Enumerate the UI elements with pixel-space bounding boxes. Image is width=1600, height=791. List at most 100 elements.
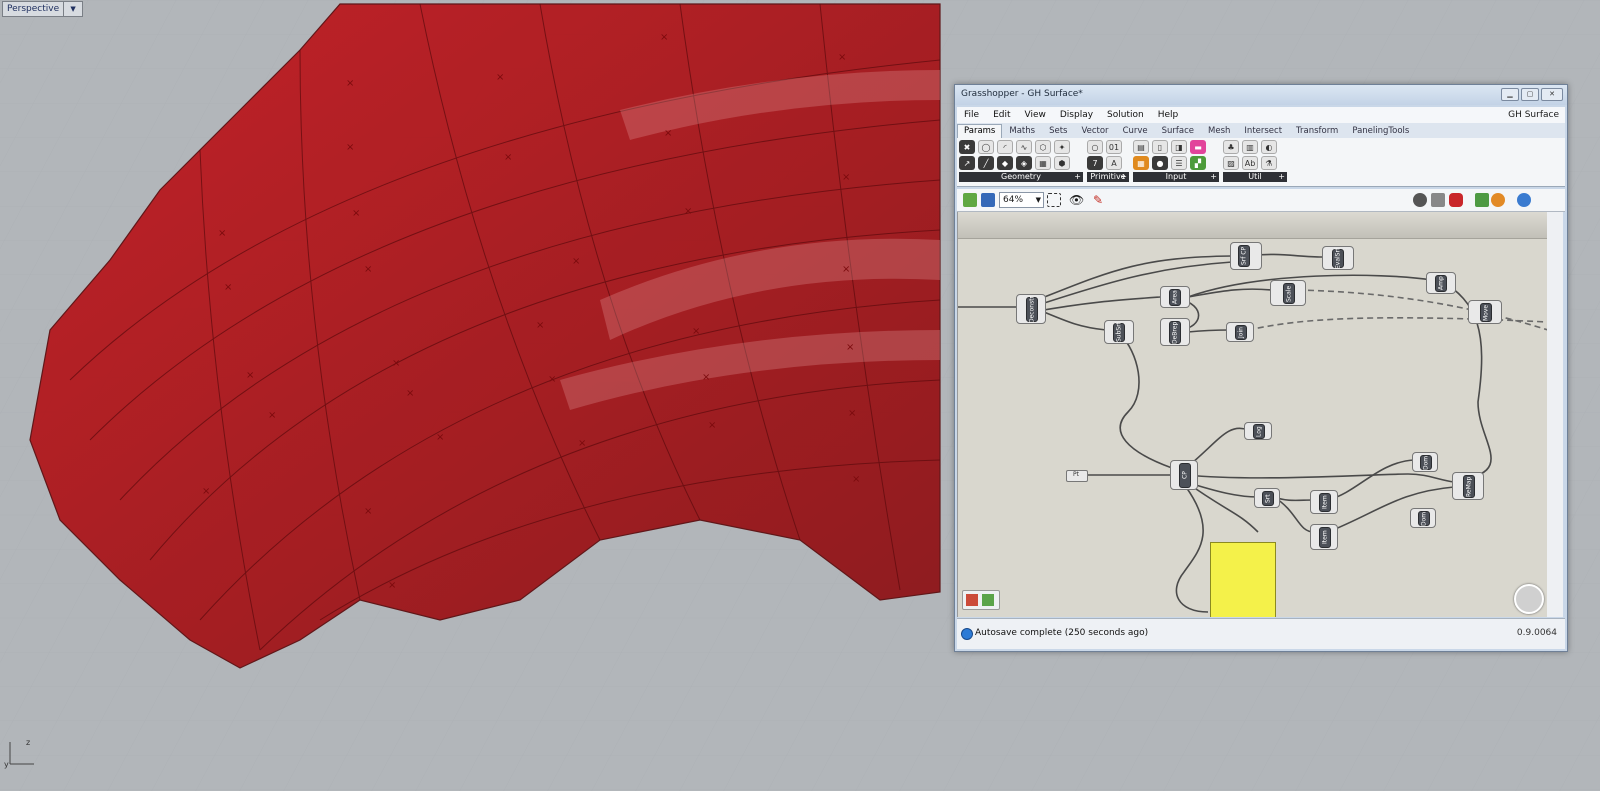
- viewport-label[interactable]: Perspective ▼: [2, 1, 84, 17]
- menu-view[interactable]: View: [1018, 110, 1053, 120]
- menu-edit[interactable]: Edit: [986, 110, 1017, 120]
- item-component-1[interactable]: Item: [1310, 490, 1338, 514]
- tab-panelingtools[interactable]: PanelingTools: [1345, 126, 1416, 138]
- palette-icon[interactable]: ◐: [1261, 140, 1277, 154]
- chevron-down-icon[interactable]: ▼: [1036, 193, 1041, 207]
- tab-maths[interactable]: Maths: [1002, 126, 1042, 138]
- tab-params[interactable]: Params: [957, 124, 1003, 138]
- deconstruct-component[interactable]: Deconstr: [1016, 294, 1046, 324]
- image-icon[interactable]: ▨: [1223, 156, 1239, 170]
- menu-help[interactable]: Help: [1151, 110, 1186, 120]
- ribbon-group-label[interactable]: Util +: [1223, 172, 1287, 182]
- srf-cp-component[interactable]: Srf CP: [1230, 242, 1262, 270]
- domain-component-1[interactable]: Dom: [1412, 452, 1438, 472]
- point-param-icon[interactable]: ✖: [959, 140, 975, 154]
- display-mode-icon[interactable]: [1517, 193, 1531, 207]
- number-param-icon[interactable]: 7: [1087, 156, 1103, 170]
- panel-param-icon[interactable]: ▤: [1133, 140, 1149, 154]
- ribbon-group-label[interactable]: Input +: [1133, 172, 1219, 182]
- eye-icon[interactable]: 👁: [1069, 193, 1084, 207]
- box-param-icon[interactable]: ◈: [1016, 156, 1032, 170]
- join-component[interactable]: Join: [1226, 322, 1254, 342]
- button-param-icon[interactable]: ●: [1152, 156, 1168, 170]
- expand-icon[interactable]: +: [1210, 172, 1217, 182]
- canvas-widget[interactable]: [962, 590, 1000, 610]
- string-param-icon[interactable]: A: [1106, 156, 1122, 170]
- legend-icon[interactable]: ▥: [1242, 140, 1258, 154]
- grasshopper-window[interactable]: Grasshopper - GH Surface* ▁ ▢ ✕ File Edi…: [954, 84, 1568, 652]
- brep-param-icon[interactable]: ⬡: [1035, 140, 1051, 154]
- group-icon[interactable]: [966, 594, 978, 606]
- navigation-compass[interactable]: [1514, 584, 1544, 614]
- preview-selected-icon[interactable]: [1475, 193, 1489, 207]
- curve-param-icon[interactable]: ∿: [1016, 140, 1032, 154]
- geometry-param-icon[interactable]: ⬢: [1054, 156, 1070, 170]
- maximize-button[interactable]: ▢: [1521, 88, 1539, 101]
- circle-param-icon[interactable]: ◯: [978, 140, 994, 154]
- swatch-param-icon[interactable]: ▦: [1133, 156, 1149, 170]
- tab-intersect[interactable]: Intersect: [1237, 126, 1289, 138]
- tab-vector[interactable]: Vector: [1074, 126, 1115, 138]
- menu-file[interactable]: File: [957, 110, 986, 120]
- boolean-param-icon[interactable]: ○: [1087, 140, 1103, 154]
- slider-param-icon[interactable]: ▯: [1152, 140, 1168, 154]
- title-bar[interactable]: Grasshopper - GH Surface* ▁ ▢ ✕: [955, 85, 1567, 105]
- evalsrf-component[interactable]: EvalSrf: [1322, 246, 1354, 270]
- list-param-icon[interactable]: ☰: [1171, 156, 1187, 170]
- move-component[interactable]: Move: [1468, 300, 1502, 324]
- sketch-icon[interactable]: ✎: [1091, 193, 1105, 207]
- close-button[interactable]: ✕: [1541, 88, 1563, 101]
- line-param-icon[interactable]: ╱: [978, 156, 994, 170]
- sort-component[interactable]: Srt: [1254, 488, 1280, 508]
- cp-component[interactable]: CP: [1170, 460, 1198, 490]
- remap-component[interactable]: ReMap: [1452, 472, 1484, 500]
- subsrf-component[interactable]: SubSrf: [1104, 320, 1134, 344]
- tab-transform[interactable]: Transform: [1289, 126, 1345, 138]
- tab-surface[interactable]: Surface: [1155, 126, 1201, 138]
- item-component-2[interactable]: Item: [1310, 524, 1338, 550]
- ribbon-group-label[interactable]: Primitive +: [1087, 172, 1129, 182]
- tree-icon[interactable]: ♣: [1223, 140, 1239, 154]
- material-icon[interactable]: [1491, 193, 1505, 207]
- tab-sets[interactable]: Sets: [1042, 126, 1074, 138]
- open-file-icon[interactable]: [963, 193, 977, 207]
- minimize-button[interactable]: ▁: [1501, 88, 1519, 101]
- tab-mesh[interactable]: Mesh: [1201, 126, 1237, 138]
- pt-parameter[interactable]: Pt: [1066, 470, 1088, 482]
- vertical-scrollbar[interactable]: [1547, 212, 1563, 617]
- save-file-icon[interactable]: [981, 193, 995, 207]
- preview-off-icon[interactable]: [1413, 193, 1427, 207]
- surface-param-icon[interactable]: ▦: [1035, 156, 1051, 170]
- preview-shaded-icon[interactable]: [1449, 193, 1463, 207]
- expand-icon[interactable]: +: [1120, 172, 1127, 182]
- menu-display[interactable]: Display: [1053, 110, 1100, 120]
- flask-icon[interactable]: ⚗: [1261, 156, 1277, 170]
- plane-param-icon[interactable]: ◆: [997, 156, 1013, 170]
- domain-component-2[interactable]: Dom: [1410, 508, 1436, 528]
- data-panel[interactable]: [1210, 542, 1276, 617]
- ribbon-group-label[interactable]: Geometry +: [959, 172, 1083, 182]
- scale-component[interactable]: Scale: [1270, 280, 1306, 306]
- debrep-component[interactable]: DeBrep: [1160, 318, 1190, 346]
- expand-icon[interactable]: +: [1074, 172, 1081, 182]
- viewport-name[interactable]: Perspective: [3, 4, 63, 14]
- tab-curve[interactable]: Curve: [1116, 126, 1155, 138]
- chevron-down-icon[interactable]: ▼: [63, 2, 82, 16]
- grasshopper-canvas[interactable]: Srf CP EvalSrf Area Scale Amp Move Decon…: [957, 212, 1548, 617]
- integer-param-icon[interactable]: 01: [1106, 140, 1122, 154]
- mesh-param-icon[interactable]: ✦: [1054, 140, 1070, 154]
- toggle-param-icon[interactable]: ◨: [1171, 140, 1187, 154]
- amp-component[interactable]: Amp: [1426, 272, 1456, 294]
- menu-solution[interactable]: Solution: [1100, 110, 1151, 120]
- area-component[interactable]: Area: [1160, 286, 1190, 308]
- zoom-extents-icon[interactable]: [1047, 193, 1061, 207]
- vector-param-icon[interactable]: ↗: [959, 156, 975, 170]
- expand-icon[interactable]: +: [1278, 172, 1285, 182]
- text-tag-icon[interactable]: Ab: [1242, 156, 1258, 170]
- zoom-select[interactable]: 64% ▼: [999, 192, 1044, 208]
- gradient-param-icon[interactable]: ▬: [1190, 140, 1206, 154]
- arc-param-icon[interactable]: ◜: [997, 140, 1013, 154]
- log-component[interactable]: Log: [1244, 422, 1272, 440]
- cluster-icon[interactable]: [982, 594, 994, 606]
- graph-param-icon[interactable]: ▞: [1190, 156, 1206, 170]
